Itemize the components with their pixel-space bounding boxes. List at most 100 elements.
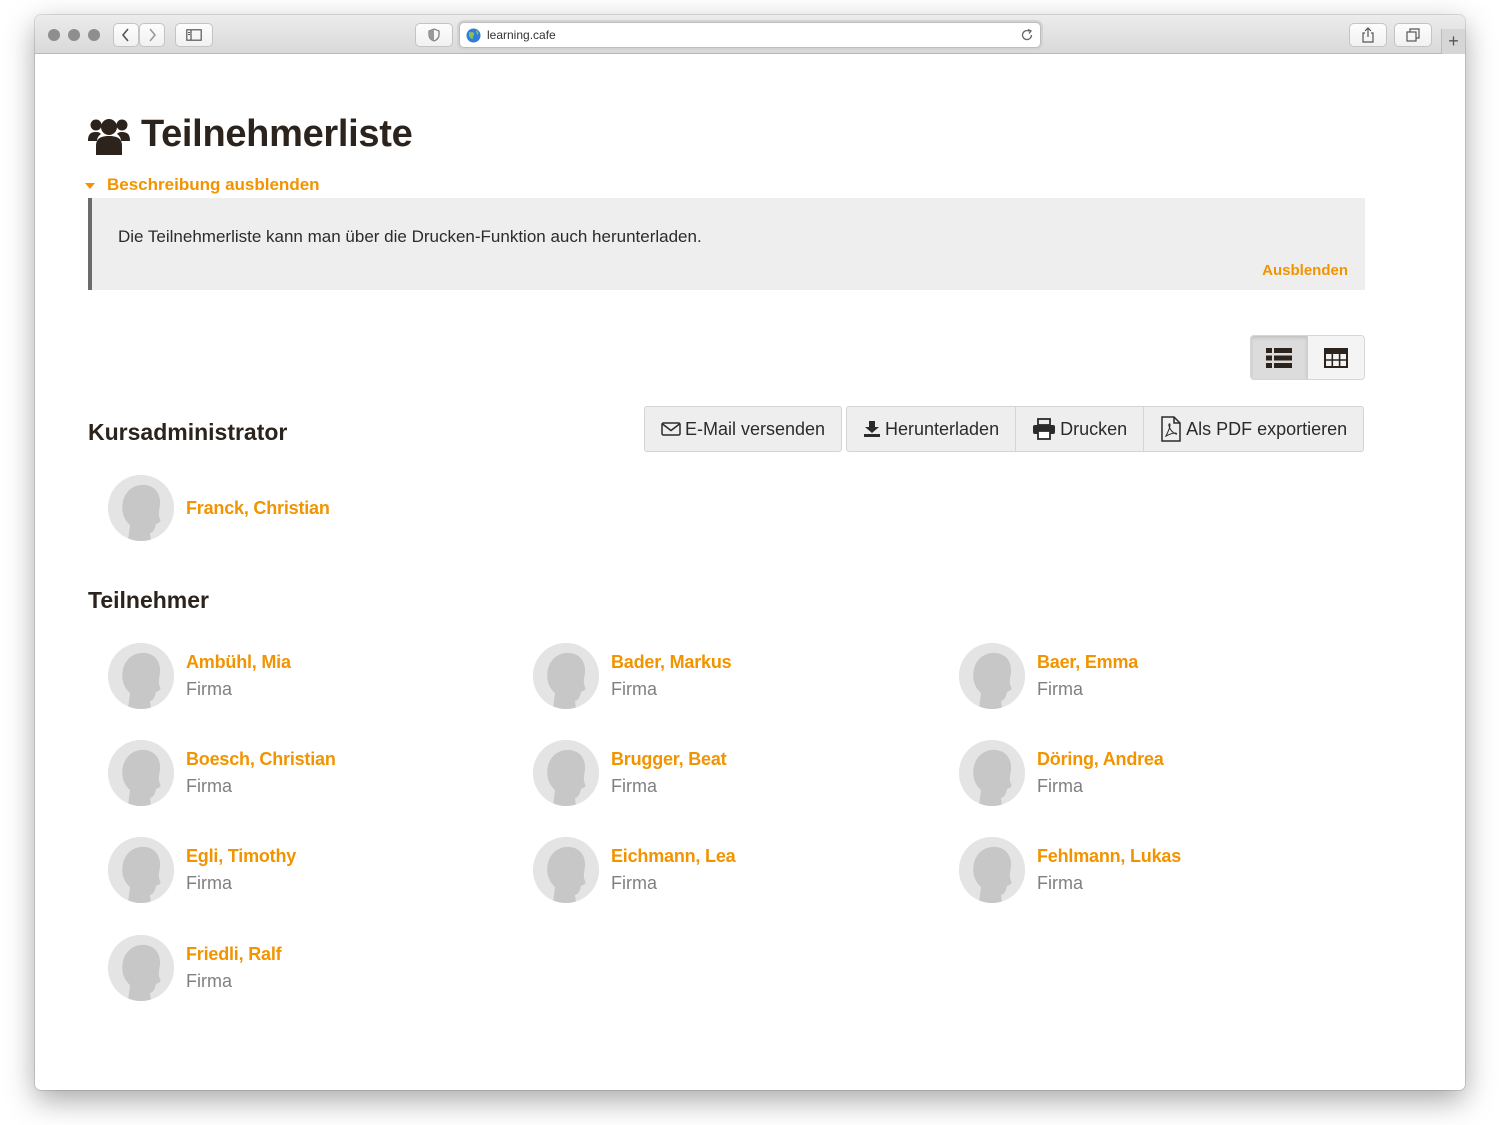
person-info: Franck, Christian: [186, 498, 330, 519]
avatar: [533, 837, 599, 903]
users-icon: [88, 118, 130, 155]
person-info: Egli, Timothy Firma: [186, 846, 296, 894]
admin-section-title: Kursadministrator: [88, 419, 288, 445]
list-icon: [1266, 347, 1292, 368]
page-title: Teilnehmerliste: [141, 113, 413, 155]
avatar: [108, 935, 174, 1001]
sidebar-toggle-button[interactable]: [175, 23, 213, 47]
person-name-link[interactable]: Egli, Timothy: [186, 846, 296, 867]
description-box: Die Teilnehmerliste kann man über die Dr…: [88, 198, 1365, 290]
share-icon: [1362, 27, 1374, 43]
new-tab-button[interactable]: +: [1441, 29, 1465, 54]
print-label: Drucken: [1060, 418, 1128, 439]
avatar: [959, 837, 1025, 903]
address-bar[interactable]: learning.cafe: [459, 22, 1041, 48]
person-name-link[interactable]: Döring, Andrea: [1037, 749, 1164, 770]
back-button[interactable]: [113, 23, 139, 47]
person-name-link[interactable]: Boesch, Christian: [186, 749, 336, 770]
avatar: [959, 643, 1025, 709]
pdf-file-icon: [1161, 416, 1181, 442]
zoom-window-button[interactable]: [88, 29, 100, 41]
participants-section-title: Teilnehmer: [88, 587, 209, 613]
globe-icon: [466, 28, 481, 42]
participant-list-item: Bader, Markus Firma: [533, 643, 732, 709]
hide-description-link[interactable]: Ausblenden: [1262, 262, 1348, 279]
participant-list-item: Friedli, Ralf Firma: [108, 935, 282, 1001]
view-switch: [1250, 335, 1365, 380]
table-icon: [1324, 347, 1348, 368]
person-name-link[interactable]: Eichmann, Lea: [611, 846, 736, 867]
reload-icon[interactable]: [1020, 28, 1034, 42]
tabs-icon: [1406, 28, 1420, 42]
avatar: [959, 740, 1025, 806]
person-company: Firma: [1037, 873, 1083, 893]
participant-list-item: Egli, Timothy Firma: [108, 837, 296, 903]
tabs-overview-button[interactable]: [1394, 23, 1432, 47]
person-info: Friedli, Ralf Firma: [186, 944, 282, 992]
list-view-button[interactable]: [1251, 336, 1308, 379]
participant-list-item: Eichmann, Lea Firma: [533, 837, 736, 903]
person-name-link[interactable]: Franck, Christian: [186, 498, 330, 519]
forward-button[interactable]: [139, 23, 165, 47]
person-company: Firma: [1037, 776, 1083, 796]
print-button[interactable]: Drucken: [1016, 406, 1145, 452]
person-info: Fehlmann, Lukas Firma: [1037, 846, 1181, 894]
person-name-link[interactable]: Fehlmann, Lukas: [1037, 846, 1181, 867]
person-name-link[interactable]: Baer, Emma: [1037, 652, 1138, 673]
send-email-label: E-Mail versenden: [685, 418, 826, 439]
url-text: learning.cafe: [487, 28, 556, 42]
avatar: [533, 740, 599, 806]
person-name-link[interactable]: Brugger, Beat: [611, 749, 727, 770]
person-company: Firma: [186, 679, 232, 699]
avatar: [108, 475, 174, 541]
person-name-link[interactable]: Bader, Markus: [611, 652, 732, 673]
browser-window: learning.cafe + Teilnehmerliste Beschrei…: [35, 15, 1465, 1090]
page-header: Teilnehmerliste: [87, 113, 413, 156]
export-pdf-button[interactable]: Als PDF exportieren: [1144, 406, 1365, 452]
description-toggle[interactable]: Beschreibung ausblenden: [85, 175, 320, 195]
person-info: Döring, Andrea Firma: [1037, 749, 1164, 797]
person-info: Eichmann, Lea Firma: [611, 846, 736, 894]
person-company: Firma: [611, 873, 657, 893]
email-action-group: E-Mail versenden: [644, 406, 843, 452]
avatar: [533, 643, 599, 709]
printer-icon: [1033, 418, 1056, 440]
participant-list-item: Fehlmann, Lukas Firma: [959, 837, 1181, 903]
download-button[interactable]: Herunterladen: [846, 406, 1017, 452]
minimize-window-button[interactable]: [68, 29, 80, 41]
caret-down-icon: [85, 183, 95, 189]
privacy-report-button[interactable]: [415, 23, 453, 47]
person-info: Ambühl, Mia Firma: [186, 652, 291, 700]
person-info: Brugger, Beat Firma: [611, 749, 727, 797]
person-company: Firma: [186, 776, 232, 796]
person-name-link[interactable]: Ambühl, Mia: [186, 652, 291, 673]
person-info: Bader, Markus Firma: [611, 652, 732, 700]
person-company: Firma: [186, 971, 232, 991]
person-company: Firma: [186, 873, 232, 893]
chevron-left-icon: [121, 28, 129, 42]
avatar: [108, 740, 174, 806]
avatar: [108, 643, 174, 709]
admin-list-item: Franck, Christian: [108, 475, 330, 541]
table-view-button[interactable]: [1308, 336, 1364, 379]
avatar: [108, 837, 174, 903]
export-pdf-label: Als PDF exportieren: [1186, 418, 1348, 439]
shield-icon: [428, 28, 440, 42]
person-info: Boesch, Christian Firma: [186, 749, 336, 797]
browser-toolbar: learning.cafe +: [35, 15, 1465, 54]
participant-list-item: Döring, Andrea Firma: [959, 740, 1164, 806]
share-button[interactable]: [1349, 23, 1387, 47]
download-icon: [864, 421, 880, 437]
sidebar-icon: [186, 29, 202, 41]
description-text: Die Teilnehmerliste kann man über die Dr…: [118, 227, 702, 246]
person-info: Baer, Emma Firma: [1037, 652, 1138, 700]
person-company: Firma: [611, 679, 657, 699]
close-window-button[interactable]: [48, 29, 60, 41]
send-email-button[interactable]: E-Mail versenden: [644, 406, 843, 452]
envelope-icon: [661, 422, 681, 436]
person-name-link[interactable]: Friedli, Ralf: [186, 944, 282, 965]
chevron-right-icon: [149, 28, 157, 42]
participant-list-item: Ambühl, Mia Firma: [108, 643, 291, 709]
description-toggle-label: Beschreibung ausblenden: [107, 175, 320, 194]
participant-list-item: Brugger, Beat Firma: [533, 740, 727, 806]
